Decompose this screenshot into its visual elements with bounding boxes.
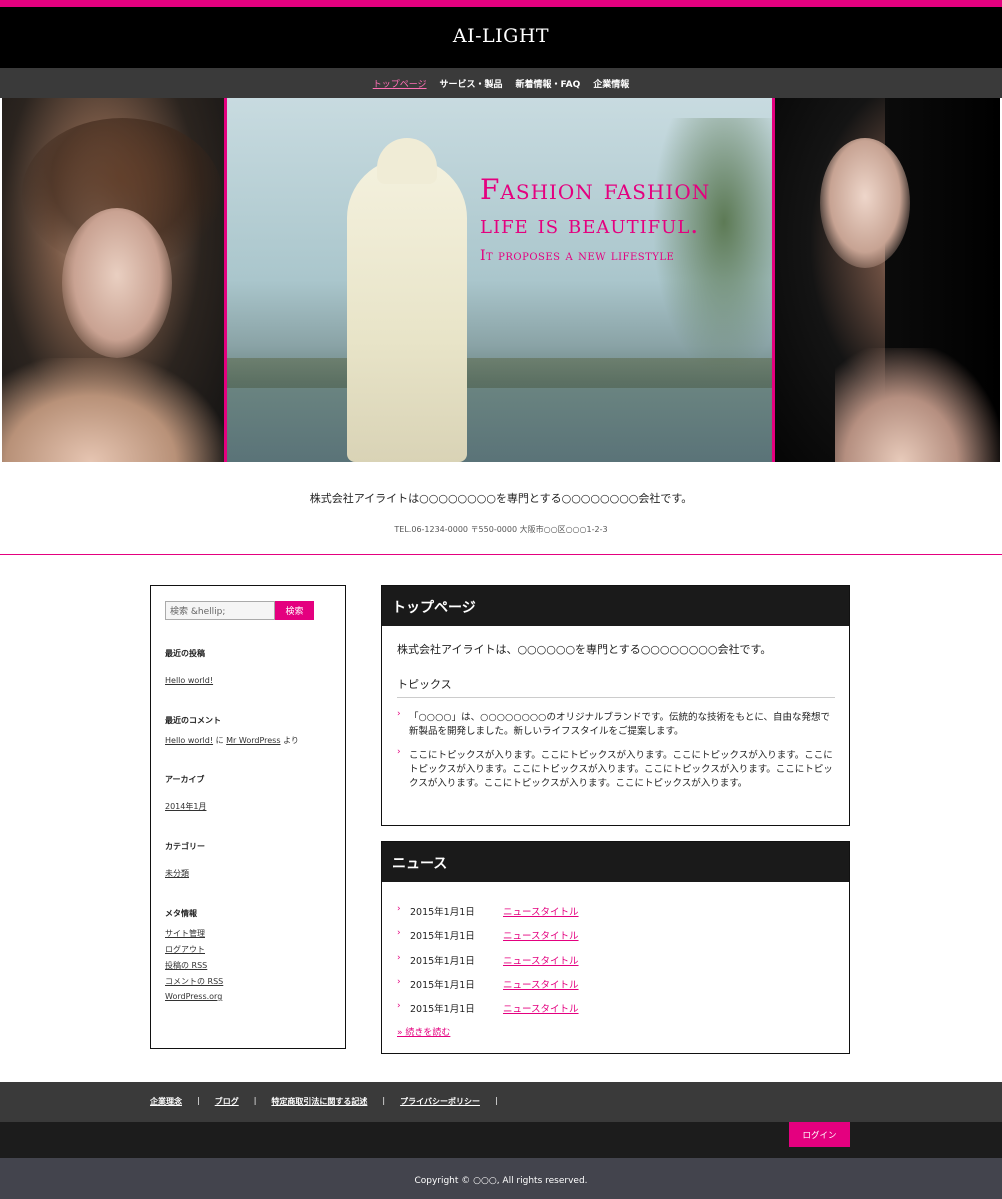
news-date: 2015年1月1日 [410, 931, 475, 942]
section-heading: ニュース [382, 842, 849, 882]
meta-link-comments-rss[interactable]: コメントの RSS [165, 977, 223, 986]
archive-link[interactable]: 2014年1月 [165, 802, 206, 811]
copyright: Copyright © ○○○, All rights reserved. [414, 1176, 588, 1186]
news-date: 2015年1月1日 [410, 956, 475, 967]
widget-recent-posts: 最近の投稿 Hello world! [165, 648, 331, 687]
footer-separator: | [197, 1096, 200, 1105]
recent-comment: Hello world! に Mr WordPress より [165, 736, 299, 745]
company-intro: 株式会社アイライトは○○○○○○○○を専門とする○○○○○○○○会社です。 [309, 492, 693, 505]
footer-link-philosophy[interactable]: 企業理念 [150, 1096, 182, 1122]
comment-post-link[interactable]: Hello world! [165, 736, 213, 745]
model-face-left [62, 208, 172, 358]
meta-link-admin[interactable]: サイト管理 [165, 929, 205, 938]
news-title-link[interactable]: ニュースタイトル [503, 904, 579, 918]
hero-photo-center: Fashion fashion life is beautiful. It pr… [224, 98, 775, 462]
section-heading: トップページ [382, 586, 849, 626]
footer-link-blog[interactable]: ブログ [215, 1096, 239, 1122]
news-section: ニュース 2015年1月1日 ニュースタイトル 2015年1月1日 ニュースタイ… [381, 841, 850, 1054]
news-item: 2015年1月1日 ニュースタイトル [397, 928, 579, 942]
footer-link-privacy[interactable]: プライバシーポリシー [400, 1096, 480, 1122]
news-date: 2015年1月1日 [410, 1004, 475, 1015]
news-date: 2015年1月1日 [410, 907, 475, 918]
main-nav: トップページ サービス・製品 新着情報・FAQ 企業情報 [0, 68, 1002, 98]
widget-recent-comments: 最近のコメント Hello world! に Mr WordPress より [165, 715, 331, 746]
widget-title: 最近のコメント [165, 716, 221, 725]
contact-info: TEL.06-1234-0000 〒550-0000 大阪市○○区○○○1-2-… [394, 525, 608, 534]
news-item: 2015年1月1日 ニュースタイトル [397, 953, 579, 967]
divider [0, 554, 1002, 555]
widget-archives: アーカイブ 2014年1月 [165, 774, 331, 813]
nav-item-news-faq[interactable]: 新着情報・FAQ [516, 77, 581, 90]
footer-bar [0, 1122, 1002, 1158]
hero-tagline: It proposes a new lifestyle [480, 248, 675, 264]
read-more-link[interactable]: » 続きを読む [397, 1025, 450, 1038]
meta-link-wordpress[interactable]: WordPress.org [165, 992, 222, 1001]
topic-item: ここにトピックスが入ります。ここにトピックスが入ります。ここにトピックスが入りま… [397, 745, 837, 791]
sidebar: 検索 最近の投稿 Hello world! 最近のコメント Hello worl… [150, 585, 346, 1049]
footer-link-legal[interactable]: 特定商取引法に関する記述 [271, 1096, 367, 1122]
footer-separator: | [253, 1096, 257, 1105]
news-title-link[interactable]: ニュースタイトル [503, 953, 579, 967]
site-header: AI-LIGHT [0, 0, 1002, 68]
hero-banner: Fashion fashion life is beautiful. It pr… [2, 98, 1000, 462]
widget-title: カテゴリー [165, 842, 205, 851]
news-title-link[interactable]: ニュースタイトル [503, 977, 579, 991]
login-button[interactable]: ログイン [789, 1122, 850, 1147]
footer-separator: | [494, 1096, 498, 1105]
widget-categories: カテゴリー 未分類 [165, 841, 331, 880]
news-title-link[interactable]: ニュースタイトル [503, 1001, 579, 1015]
nav-item-services[interactable]: サービス・製品 [440, 77, 503, 90]
top-page-section: トップページ 株式会社アイライトは、○○○○○○を専門とする○○○○○○○○会社… [381, 585, 850, 826]
hero-photo-right [775, 98, 1000, 462]
site-title[interactable]: AI-LIGHT [0, 25, 1002, 47]
search-input[interactable] [165, 601, 275, 620]
search-button[interactable]: 検索 [275, 601, 314, 620]
widget-title: アーカイブ [165, 775, 205, 784]
news-item: 2015年1月1日 ニュースタイトル [397, 977, 579, 991]
news-item: 2015年1月1日 ニュースタイトル [397, 1001, 579, 1015]
meta-link-posts-rss[interactable]: 投稿の RSS [165, 961, 207, 970]
hero-headline-2: life is beautiful. [480, 210, 700, 239]
category-link[interactable]: 未分類 [165, 869, 189, 878]
nav-item-company[interactable]: 企業情報 [593, 77, 629, 90]
nav-item-top[interactable]: トップページ [373, 77, 427, 90]
widget-meta: メタ情報 サイト管理 ログアウト 投稿の RSS コメントの RSS WordP… [165, 908, 331, 1001]
top-lead-text: 株式会社アイライトは、○○○○○○を専門とする○○○○○○○○会社です。 [397, 643, 772, 656]
widget-title: メタ情報 [165, 909, 197, 918]
news-date: 2015年1月1日 [410, 980, 475, 991]
recent-post-link[interactable]: Hello world! [165, 676, 213, 685]
meta-link-logout[interactable]: ログアウト [165, 945, 205, 954]
comment-author-link[interactable]: Mr WordPress [226, 736, 280, 745]
search-form: 検索 [165, 601, 331, 620]
hero-photo-left [2, 98, 224, 462]
footer-nav: 企業理念 | ブログ | 特定商取引法に関する記述 | プライバシーポリシー | [0, 1082, 1002, 1122]
model-face-right [820, 138, 910, 268]
model-dress [347, 158, 467, 462]
topic-item: 「○○○○」は、○○○○○○○○のオリジナルブランドです。伝統的な技術をもとに、… [397, 707, 837, 739]
footer-separator: | [382, 1096, 386, 1105]
topics-heading: トピックス [397, 676, 835, 698]
model-hat [377, 138, 437, 184]
hero-headline-1: Fashion fashion [480, 173, 711, 206]
widget-title: 最近の投稿 [165, 649, 205, 658]
news-title-link[interactable]: ニュースタイトル [503, 928, 579, 942]
news-item: 2015年1月1日 ニュースタイトル [397, 904, 579, 918]
